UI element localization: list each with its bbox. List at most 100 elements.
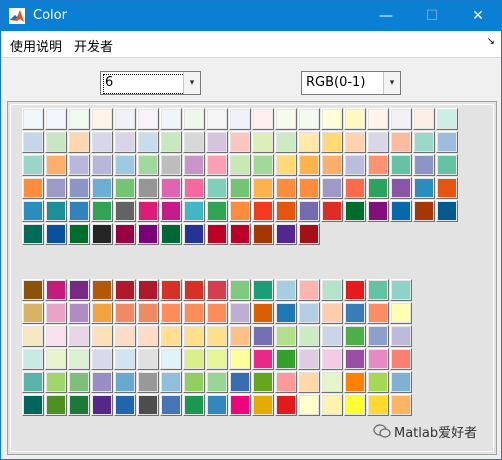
color-swatch-button[interactable]	[45, 131, 67, 153]
color-swatch-button[interactable]	[252, 325, 274, 347]
color-swatch-button[interactable]	[91, 371, 113, 393]
color-swatch-button[interactable]	[252, 223, 274, 245]
color-swatch-button[interactable]	[91, 223, 113, 245]
color-swatch-button[interactable]	[206, 325, 228, 347]
color-swatch-button[interactable]	[206, 371, 228, 393]
color-swatch-button[interactable]	[68, 131, 90, 153]
color-swatch-button[interactable]	[22, 279, 44, 301]
color-swatch-button[interactable]	[390, 325, 412, 347]
color-swatch-button[interactable]	[252, 131, 274, 153]
color-swatch-button[interactable]	[252, 108, 274, 130]
color-swatch-button[interactable]	[275, 302, 297, 324]
color-swatch-button[interactable]	[298, 279, 320, 301]
color-swatch-button[interactable]	[321, 108, 343, 130]
color-swatch-button[interactable]	[183, 371, 205, 393]
color-swatch-button[interactable]	[252, 279, 274, 301]
color-swatch-button[interactable]	[298, 131, 320, 153]
color-swatch-button[interactable]	[22, 302, 44, 324]
color-swatch-button[interactable]	[206, 108, 228, 130]
color-swatch-button[interactable]	[344, 371, 366, 393]
color-swatch-button[interactable]	[137, 348, 159, 370]
color-swatch-button[interactable]	[275, 279, 297, 301]
chevron-down-icon[interactable]: ▾	[383, 72, 400, 94]
color-swatch-button[interactable]	[91, 348, 113, 370]
color-swatch-button[interactable]	[321, 279, 343, 301]
color-swatch-button[interactable]	[367, 394, 389, 416]
color-swatch-button[interactable]	[22, 325, 44, 347]
color-swatch-button[interactable]	[344, 325, 366, 347]
color-swatch-button[interactable]	[22, 394, 44, 416]
color-swatch-button[interactable]	[390, 394, 412, 416]
color-swatch-button[interactable]	[183, 325, 205, 347]
color-swatch-button[interactable]	[45, 154, 67, 176]
color-swatch-button[interactable]	[344, 348, 366, 370]
color-swatch-button[interactable]	[137, 177, 159, 199]
color-swatch-button[interactable]	[367, 279, 389, 301]
color-swatch-button[interactable]	[344, 154, 366, 176]
color-swatch-button[interactable]	[137, 394, 159, 416]
color-swatch-button[interactable]	[229, 348, 251, 370]
color-swatch-button[interactable]	[321, 325, 343, 347]
undock-arrow-icon[interactable]: ↘	[487, 36, 495, 47]
color-swatch-button[interactable]	[390, 302, 412, 324]
color-swatch-button[interactable]	[45, 200, 67, 222]
chevron-down-icon[interactable]: ▾	[183, 72, 200, 94]
color-swatch-button[interactable]	[367, 302, 389, 324]
color-swatch-button[interactable]	[436, 200, 458, 222]
color-swatch-button[interactable]	[160, 302, 182, 324]
color-swatch-button[interactable]	[298, 200, 320, 222]
color-swatch-button[interactable]	[436, 131, 458, 153]
color-swatch-button[interactable]	[45, 279, 67, 301]
color-swatch-button[interactable]	[298, 348, 320, 370]
color-swatch-button[interactable]	[45, 223, 67, 245]
color-swatch-button[interactable]	[275, 223, 297, 245]
color-swatch-button[interactable]	[206, 394, 228, 416]
color-swatch-button[interactable]	[91, 325, 113, 347]
color-swatch-button[interactable]	[160, 223, 182, 245]
maximize-button[interactable]: ☐	[409, 1, 455, 31]
color-swatch-button[interactable]	[252, 302, 274, 324]
color-swatch-button[interactable]	[22, 131, 44, 153]
color-swatch-button[interactable]	[206, 177, 228, 199]
color-swatch-button[interactable]	[68, 177, 90, 199]
color-swatch-button[interactable]	[114, 177, 136, 199]
color-swatch-button[interactable]	[68, 348, 90, 370]
color-swatch-button[interactable]	[183, 223, 205, 245]
color-swatch-button[interactable]	[298, 108, 320, 130]
color-swatch-button[interactable]	[160, 279, 182, 301]
color-swatch-button[interactable]	[367, 348, 389, 370]
color-swatch-button[interactable]	[252, 177, 274, 199]
color-swatch-button[interactable]	[160, 200, 182, 222]
color-swatch-button[interactable]	[22, 200, 44, 222]
color-swatch-button[interactable]	[91, 302, 113, 324]
color-swatch-button[interactable]	[91, 177, 113, 199]
color-swatch-button[interactable]	[390, 279, 412, 301]
color-swatch-button[interactable]	[137, 131, 159, 153]
color-swatch-button[interactable]	[183, 394, 205, 416]
color-swatch-button[interactable]	[206, 131, 228, 153]
color-swatch-button[interactable]	[22, 223, 44, 245]
color-swatch-button[interactable]	[367, 371, 389, 393]
color-swatch-button[interactable]	[275, 348, 297, 370]
color-swatch-button[interactable]	[344, 177, 366, 199]
color-swatch-button[interactable]	[45, 302, 67, 324]
color-swatch-button[interactable]	[91, 394, 113, 416]
color-swatch-button[interactable]	[275, 371, 297, 393]
color-swatch-button[interactable]	[91, 154, 113, 176]
color-swatch-button[interactable]	[68, 223, 90, 245]
color-swatch-button[interactable]	[183, 302, 205, 324]
color-swatch-button[interactable]	[321, 394, 343, 416]
color-swatch-button[interactable]	[114, 325, 136, 347]
color-swatch-button[interactable]	[229, 131, 251, 153]
color-swatch-button[interactable]	[229, 394, 251, 416]
color-swatch-button[interactable]	[91, 131, 113, 153]
color-swatch-button[interactable]	[183, 131, 205, 153]
color-swatch-button[interactable]	[45, 177, 67, 199]
color-swatch-button[interactable]	[206, 200, 228, 222]
color-swatch-button[interactable]	[321, 302, 343, 324]
color-swatch-button[interactable]	[229, 302, 251, 324]
color-swatch-button[interactable]	[137, 200, 159, 222]
color-swatch-button[interactable]	[160, 154, 182, 176]
color-swatch-button[interactable]	[275, 177, 297, 199]
color-swatch-button[interactable]	[275, 394, 297, 416]
